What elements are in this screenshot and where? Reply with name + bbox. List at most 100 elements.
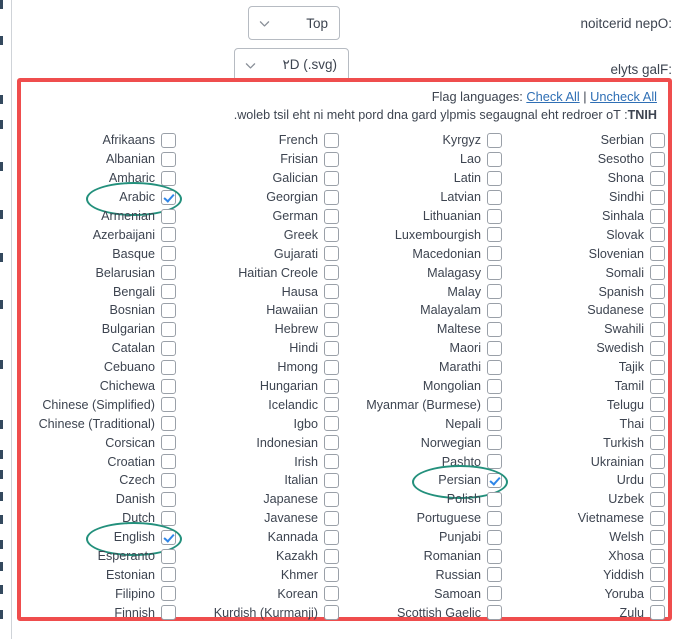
language-row[interactable]: Romanian [347,547,510,566]
language-checkbox[interactable] [650,416,665,432]
language-checkbox[interactable] [161,567,176,583]
language-checkbox[interactable] [650,132,665,148]
language-checkbox[interactable] [650,208,665,224]
language-row[interactable]: Serbian [510,131,673,150]
language-row[interactable]: Xhosa [510,547,673,566]
language-row[interactable]: Russian [347,565,510,584]
language-row[interactable]: Macedonian [347,244,510,263]
language-row[interactable]: Maltese [347,320,510,339]
language-checkbox[interactable] [324,265,339,281]
language-checkbox[interactable] [487,246,502,262]
language-row[interactable]: Norwegian [347,433,510,452]
language-checkbox[interactable] [650,491,665,507]
language-row[interactable]: Maori [347,339,510,358]
language-checkbox[interactable] [324,567,339,583]
language-row[interactable]: Belarusian [21,263,184,282]
language-row[interactable]: Swedish [510,339,673,358]
language-checkbox[interactable] [161,151,176,167]
language-checkbox[interactable] [161,416,176,432]
language-checkbox[interactable] [650,302,665,318]
language-checkbox[interactable] [324,454,339,470]
language-checkbox[interactable] [487,567,502,583]
language-row[interactable]: Polish [347,490,510,509]
language-checkbox[interactable] [324,397,339,413]
language-checkbox[interactable] [487,586,502,602]
language-row[interactable]: Tamil [510,377,673,396]
language-checkbox[interactable] [161,491,176,507]
language-row[interactable]: Hausa [184,282,347,301]
language-row[interactable]: Swahili [510,320,673,339]
language-checkbox[interactable] [487,454,502,470]
language-row[interactable]: Chichewa [21,377,184,396]
language-checkbox[interactable] [650,529,665,545]
language-row[interactable]: Samoan [347,584,510,603]
language-checkbox[interactable] [324,246,339,262]
language-checkbox[interactable] [324,416,339,432]
language-row[interactable]: German [184,207,347,226]
language-checkbox[interactable] [487,529,502,545]
language-checkbox[interactable] [487,510,502,526]
language-checkbox[interactable] [487,265,502,281]
language-checkbox[interactable] [487,284,502,300]
language-checkbox[interactable] [650,472,665,488]
language-row[interactable]: Hawaiian [184,301,347,320]
language-row[interactable]: Portuguese [347,509,510,528]
language-checkbox[interactable] [324,378,339,394]
language-checkbox[interactable] [161,227,176,243]
language-checkbox[interactable] [487,151,502,167]
language-checkbox[interactable] [487,302,502,318]
language-checkbox[interactable] [650,151,665,167]
language-checkbox[interactable] [487,359,502,375]
language-checkbox[interactable] [161,378,176,394]
language-checkbox[interactable] [324,435,339,451]
language-checkbox[interactable] [161,529,176,545]
language-checkbox[interactable] [487,435,502,451]
language-checkbox[interactable] [324,529,339,545]
language-checkbox[interactable] [161,510,176,526]
language-row[interactable]: Corsican [21,433,184,452]
language-checkbox[interactable] [324,510,339,526]
language-checkbox[interactable] [650,454,665,470]
language-row[interactable]: Galician [184,169,347,188]
language-row[interactable]: Czech [21,471,184,490]
language-row[interactable]: Hebrew [184,320,347,339]
language-row[interactable]: Catalan [21,339,184,358]
language-row[interactable]: Icelandic [184,395,347,414]
language-checkbox[interactable] [324,340,339,356]
language-checkbox[interactable] [161,340,176,356]
language-checkbox[interactable] [161,548,176,564]
language-row[interactable]: Myanmar (Burmese) [347,395,510,414]
language-checkbox[interactable] [161,189,176,205]
language-row[interactable]: Marathi [347,358,510,377]
language-checkbox[interactable] [650,340,665,356]
language-row[interactable]: Latvian [347,188,510,207]
language-checkbox[interactable] [161,284,176,300]
language-row[interactable]: Malay [347,282,510,301]
language-row[interactable]: Japanese [184,490,347,509]
language-row[interactable]: Slovak [510,225,673,244]
language-checkbox[interactable] [487,189,502,205]
language-checkbox[interactable] [161,359,176,375]
language-checkbox[interactable] [650,548,665,564]
language-row[interactable]: Afrikaans [21,131,184,150]
language-checkbox[interactable] [161,472,176,488]
language-row[interactable]: Croatian [21,452,184,471]
language-row[interactable]: Sinhala [510,207,673,226]
language-row[interactable]: Somali [510,263,673,282]
language-checkbox[interactable] [650,189,665,205]
language-row[interactable]: Danish [21,490,184,509]
language-row[interactable]: Welsh [510,528,673,547]
language-row[interactable]: Turkish [510,433,673,452]
language-checkbox[interactable] [487,321,502,337]
language-row[interactable]: Shona [510,169,673,188]
language-row[interactable]: Gujarati [184,244,347,263]
flag-style-select[interactable]: ۲D (.svg) [234,48,349,82]
language-checkbox[interactable] [161,208,176,224]
language-row[interactable]: Dutch [21,509,184,528]
language-checkbox[interactable] [324,189,339,205]
language-row[interactable]: Mongolian [347,377,510,396]
language-row[interactable]: Hmong [184,358,347,377]
language-checkbox[interactable] [324,359,339,375]
language-row[interactable]: Hungarian [184,377,347,396]
language-checkbox[interactable] [324,302,339,318]
